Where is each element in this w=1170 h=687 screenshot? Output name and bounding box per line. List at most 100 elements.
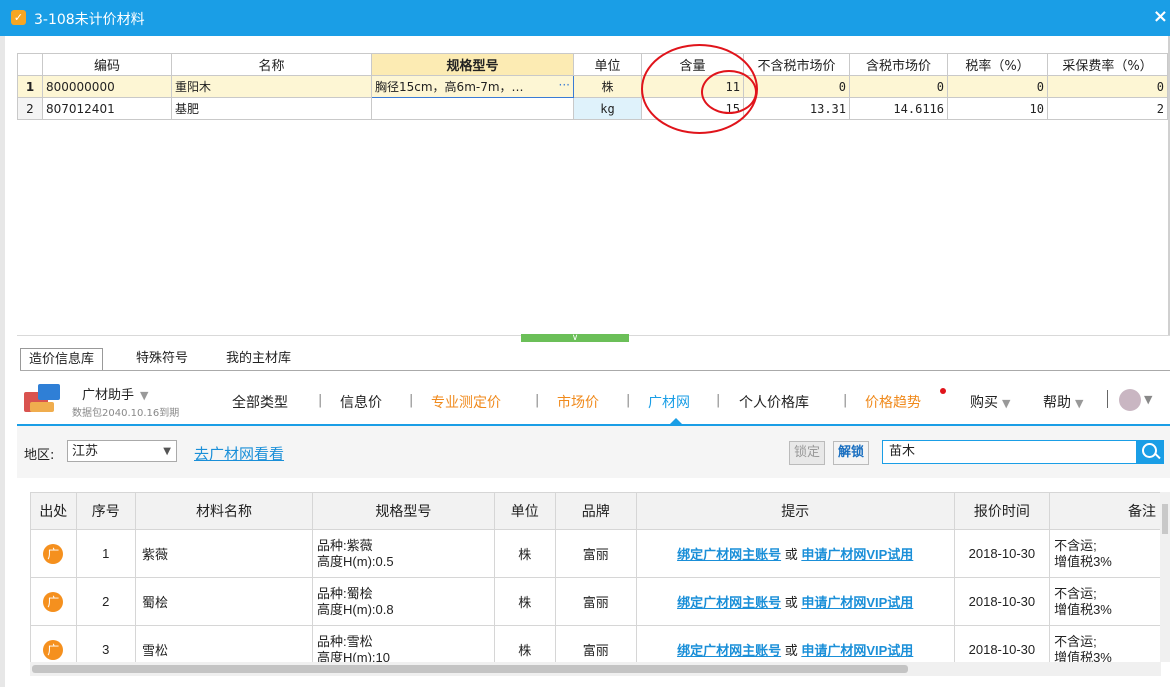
hint-cell: 绑定广材网主账号 或 申请广材网VIP试用	[635, 529, 955, 578]
material-name-cell: 紫薇	[134, 529, 314, 578]
note-line-1: 不含运;	[1054, 633, 1097, 649]
spec-line-1: 品种:紫薇	[317, 537, 373, 553]
chevron-down-icon[interactable]: ▼	[1144, 393, 1152, 406]
note-line-2: 增值税3%	[1054, 649, 1112, 663]
unit-cell[interactable]: kg	[573, 97, 642, 120]
table-row[interactable]: 广 1 紫薇 品种:紫薇 高度H(m):0.5 株 富丽 绑定广材网主账号 或 申…	[30, 529, 1161, 578]
unlock-button[interactable]: 解锁	[833, 441, 870, 465]
col-header-code[interactable]: 编码	[42, 53, 172, 76]
col-header-material-name[interactable]: 材料名称	[134, 492, 314, 530]
name-cell[interactable]: 重阳木	[171, 75, 372, 98]
tax-rate-cell[interactable]: 0	[947, 75, 1048, 98]
col-header-price-inc-tax[interactable]: 含税市场价	[849, 53, 948, 76]
col-header-hint[interactable]: 提示	[635, 492, 955, 530]
nav-help-label: 帮助	[1043, 395, 1071, 411]
nav-gcw[interactable]: 广材网	[648, 392, 690, 412]
bind-account-link[interactable]: 绑定广材网主账号	[677, 595, 781, 610]
bind-account-link[interactable]: 绑定广材网主账号	[677, 547, 781, 562]
col-header-note[interactable]: 备注	[1049, 492, 1161, 530]
col-header-price-ex-tax[interactable]: 不含税市场价	[743, 53, 850, 76]
brand-cell: 富丽	[554, 625, 637, 662]
scrollbar-thumb[interactable]	[1162, 504, 1168, 534]
nav-all-types[interactable]: 全部类型	[232, 392, 288, 412]
assistant-menu[interactable]: 广材助手 ▼	[82, 384, 148, 403]
spec-line-2: 高度H(m):0.8	[317, 601, 394, 617]
nav-separator: |	[626, 393, 631, 408]
chevron-down-icon: ▼	[1002, 397, 1011, 410]
tax-rate-cell[interactable]: 10	[947, 97, 1048, 120]
lock-button[interactable]: 锁定	[789, 441, 826, 465]
chevron-down-icon: ▼	[1075, 397, 1084, 410]
tab-divider	[20, 370, 1170, 371]
no-cell: 3	[75, 625, 136, 662]
nav-separator: |	[409, 393, 414, 408]
annotation-circle-small	[701, 70, 757, 114]
unit-cell[interactable]: 株	[573, 75, 642, 98]
search-input[interactable]: 苗木	[882, 440, 1138, 464]
vip-trial-link[interactable]: 申请广材网VIP试用	[801, 595, 913, 610]
row-number: 1	[17, 75, 43, 98]
col-header-no[interactable]: 序号	[75, 492, 136, 530]
unit-cell: 株	[493, 577, 556, 626]
col-header-tax-rate[interactable]: 税率（%）	[947, 53, 1048, 76]
table-row[interactable]: 1 800000000 重阳木 胸径15cm，高6m-7m，… ··· 株 11 …	[17, 75, 1168, 98]
ellipsis-button[interactable]: ···	[559, 78, 570, 92]
nav-buy[interactable]: 购买 ▼	[970, 392, 1010, 412]
spec-cell-editor[interactable]: 胸径15cm，高6m-7m，… ···	[371, 75, 574, 98]
fee-rate-cell[interactable]: 0	[1047, 75, 1168, 98]
col-header-fee-rate[interactable]: 采保费率（%）	[1047, 53, 1168, 76]
col-header-spec[interactable]: 规格型号	[312, 492, 495, 530]
nav-personal-library[interactable]: 个人价格库	[739, 392, 809, 412]
name-cell[interactable]: 基肥	[171, 97, 372, 120]
nav-help[interactable]: 帮助 ▼	[1043, 392, 1083, 412]
avatar[interactable]	[1119, 389, 1141, 411]
table-row[interactable]: 2 807012401 基肥 kg 15 13.31 14.6116 10 2	[17, 97, 1168, 120]
vip-trial-link[interactable]: 申请广材网VIP试用	[801, 643, 913, 658]
price-ex-tax-cell[interactable]: 13.31	[743, 97, 850, 120]
spec-line-2: 高度H(m):0.5	[317, 553, 394, 569]
tab-my-materials[interactable]: 我的主材库	[226, 348, 291, 370]
horizontal-scrollbar[interactable]	[30, 662, 1161, 676]
search-icon	[1142, 443, 1157, 458]
nav-info-price[interactable]: 信息价	[340, 392, 382, 412]
code-cell[interactable]: 807012401	[42, 97, 172, 120]
col-header-unit[interactable]: 单位	[493, 492, 556, 530]
col-header-quote-date[interactable]: 报价时间	[953, 492, 1051, 530]
goto-gcw-link[interactable]: 去广材网看看	[194, 443, 284, 464]
col-header-source[interactable]: 出处	[30, 492, 77, 530]
nav-pro-price[interactable]: 专业测定价	[431, 392, 501, 412]
tab-special-symbols[interactable]: 特殊符号	[136, 348, 188, 370]
bind-account-link[interactable]: 绑定广材网主账号	[677, 643, 781, 658]
spec-line-1: 品种:蜀桧	[317, 585, 373, 601]
col-header-spec[interactable]: 规格型号	[371, 53, 574, 76]
unit-cell: 株	[493, 529, 556, 578]
no-cell: 2	[75, 577, 136, 626]
spec-line-2: 高度H(m):10	[317, 649, 390, 663]
region-select[interactable]: 江苏 ▼	[67, 440, 177, 462]
fee-rate-cell[interactable]: 2	[1047, 97, 1168, 120]
table-row[interactable]: 广 3 雪松 品种:雪松 高度H(m):10 株 富丽 绑定广材网主账号 或 申请…	[30, 625, 1161, 663]
table-row[interactable]: 广 2 蜀桧 品种:蜀桧 高度H(m):0.8 株 富丽 绑定广材网主账号 或 申…	[30, 577, 1161, 626]
nav-market-price[interactable]: 市场价	[557, 392, 599, 412]
nav-buy-label: 购买	[970, 395, 998, 411]
vertical-scrollbar[interactable]	[1160, 492, 1170, 662]
spec-cell[interactable]	[371, 97, 574, 120]
price-inc-tax-cell[interactable]: 0	[849, 75, 948, 98]
col-header-brand[interactable]: 品牌	[554, 492, 637, 530]
scrollbar-thumb[interactable]	[32, 665, 908, 673]
price-inc-tax-cell[interactable]: 14.6116	[849, 97, 948, 120]
close-icon[interactable]: ×	[1153, 6, 1168, 27]
spec-cell: 品种:蜀桧 高度H(m):0.8	[312, 577, 495, 626]
search-button[interactable]	[1136, 440, 1164, 464]
vip-trial-link[interactable]: 申请广材网VIP试用	[801, 547, 913, 562]
price-ex-tax-cell[interactable]: 0	[743, 75, 850, 98]
code-cell[interactable]: 800000000	[42, 75, 172, 98]
col-header-unit[interactable]: 单位	[573, 53, 642, 76]
note-cell: 不含运; 增值税3%	[1049, 577, 1161, 626]
nav-price-trend[interactable]: 价格趋势	[865, 392, 921, 412]
tab-price-info-library[interactable]: 造价信息库	[20, 348, 104, 371]
splitter-grip[interactable]: ∨	[521, 334, 629, 343]
hint-or: 或	[781, 643, 802, 658]
unit-cell: 株	[493, 625, 556, 662]
col-header-name[interactable]: 名称	[171, 53, 372, 76]
